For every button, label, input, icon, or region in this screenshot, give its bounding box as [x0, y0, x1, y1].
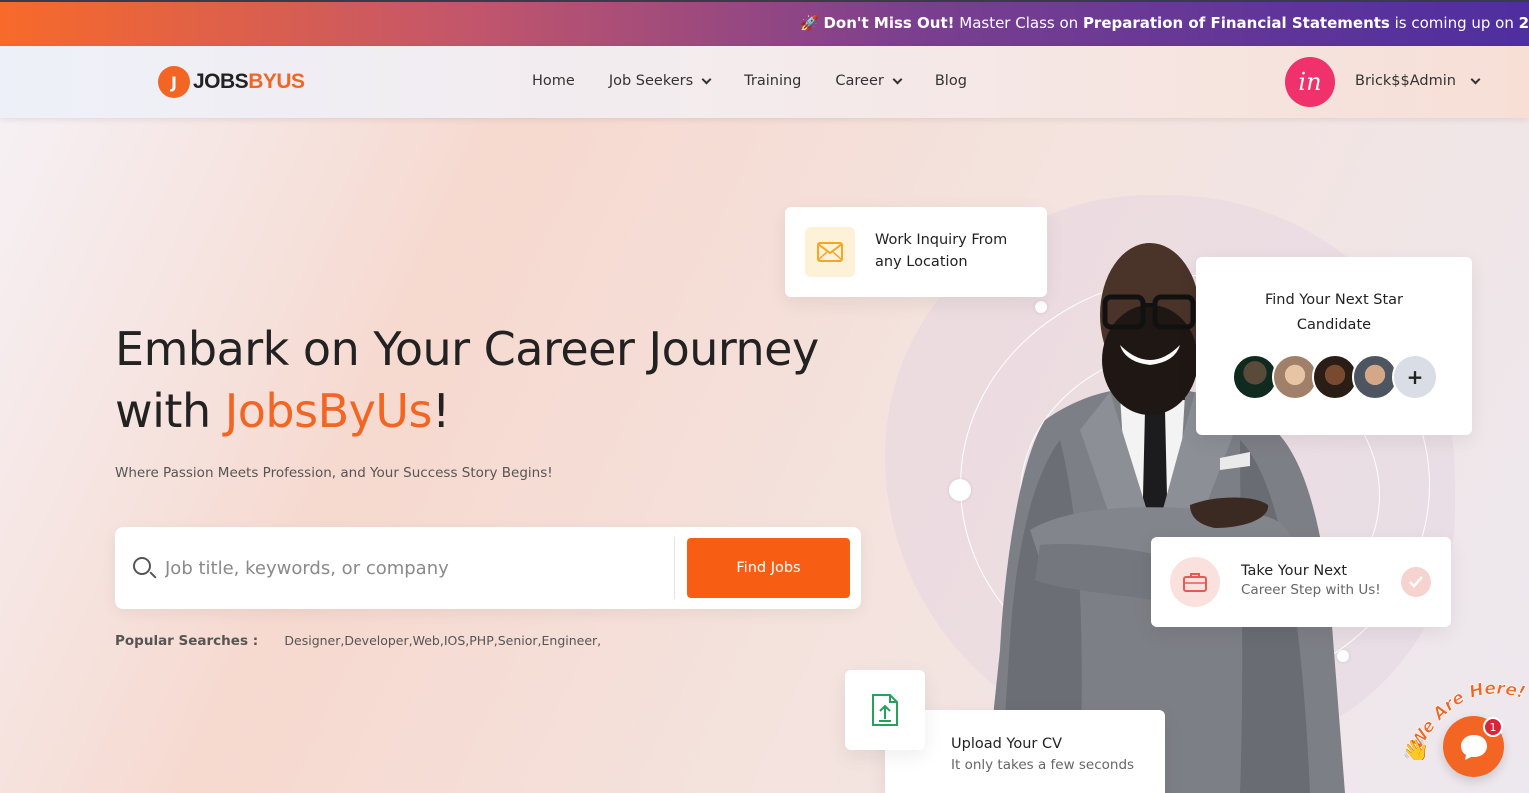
star-candidate-text: Find Your Next Star Candidate	[1196, 288, 1472, 338]
notification-badge: 1	[1483, 717, 1503, 737]
waving-hand-icon: 👋	[1402, 738, 1429, 760]
work-inquiry-text: Work Inquiry From any Location	[875, 229, 1007, 273]
plus-icon: +	[1406, 365, 1424, 389]
work-inquiry-line-2: any Location	[875, 254, 968, 270]
chat-icon	[1460, 734, 1487, 760]
star-candidate-line-2: Candidate	[1296, 317, 1372, 333]
next-step-subtitle: Career Step with Us!	[1241, 582, 1381, 598]
work-inquiry-line-1: Work Inquiry From	[875, 232, 1008, 248]
upload-cv-card: Upload Your CV It only takes a few secon…	[885, 710, 1165, 793]
work-inquiry-card: Work Inquiry From any Location	[785, 207, 1047, 297]
briefcase-icon	[1170, 557, 1220, 607]
check-icon	[1401, 567, 1431, 597]
upload-cv-subtitle: It only takes a few seconds	[951, 757, 1135, 773]
star-candidate-card: Find Your Next Star Candidate +	[1196, 257, 1472, 435]
upload-icon-tile[interactable]	[845, 670, 925, 750]
mail-icon	[805, 227, 855, 277]
candidate-avatars: +	[1232, 354, 1438, 400]
add-candidate-button[interactable]: +	[1392, 354, 1438, 400]
next-step-card: Take Your Next Career Step with Us!	[1151, 537, 1451, 627]
star-candidate-line-1: Find Your Next Star	[1264, 292, 1403, 308]
next-step-text: Take Your Next Career Step with Us!	[1241, 560, 1381, 598]
next-step-title: Take Your Next	[1241, 563, 1348, 579]
upload-cv-text: Upload Your CV It only takes a few secon…	[951, 733, 1134, 773]
upload-cv-title: Upload Your CV	[951, 736, 1063, 752]
file-upload-icon	[845, 670, 925, 750]
